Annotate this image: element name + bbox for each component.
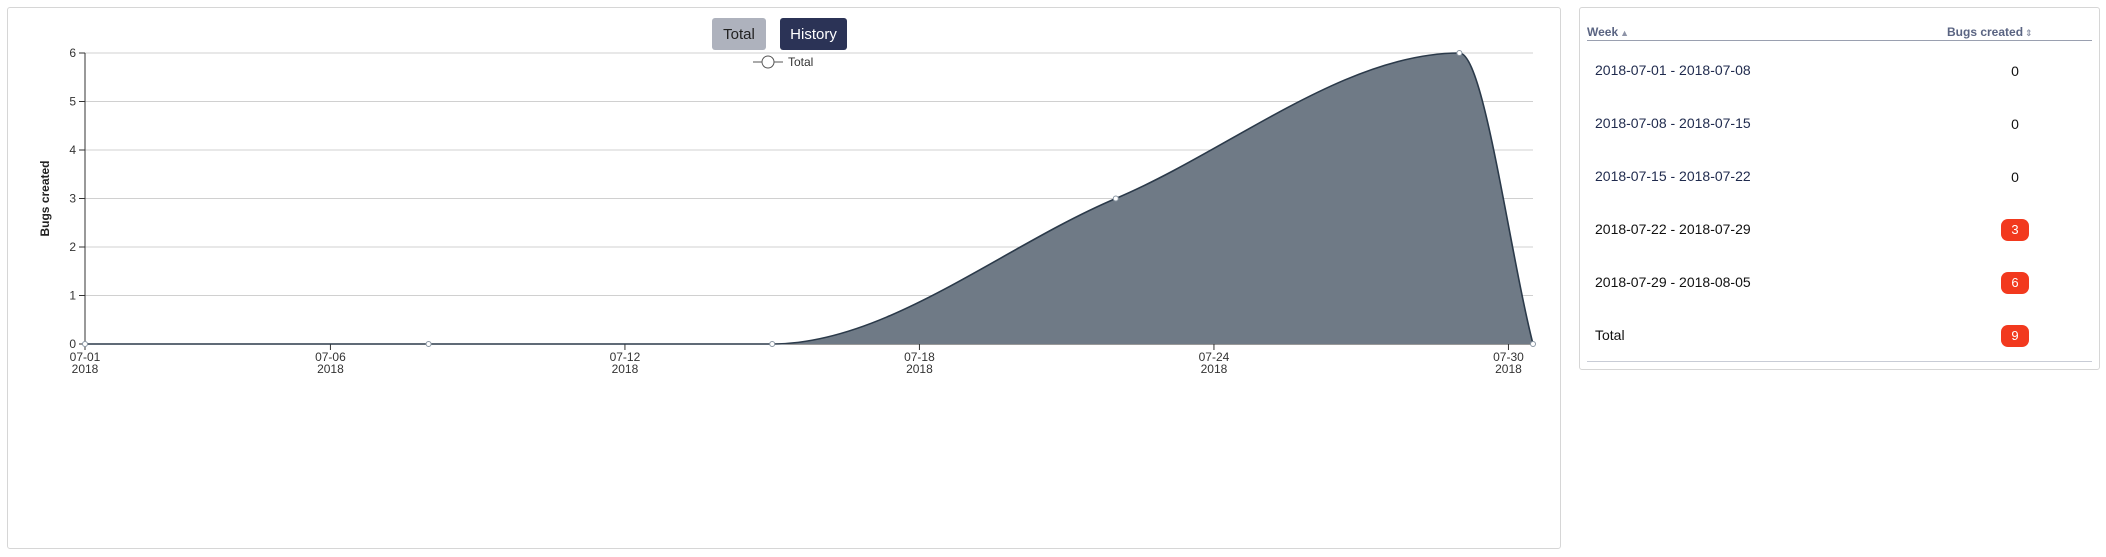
- table-total-row: Total 9: [1587, 308, 2092, 361]
- week-cell: Total: [1595, 327, 1625, 343]
- week-cell[interactable]: 2018-07-29 - 2018-08-05: [1595, 274, 1751, 290]
- x-tick-sublabel: 2018: [317, 362, 344, 376]
- bugs-created-chart: 012345607-01201807-06201807-12201807-182…: [38, 46, 1536, 376]
- data-point: [769, 341, 776, 347]
- y-tick-label: 1: [69, 289, 76, 303]
- legend-label: Total: [788, 55, 813, 69]
- chart-panel: Total History 0 1 2 3 4 5 6 07-01 2018 07-06 2018 0…: [7, 7, 1561, 549]
- y-axis-label: Bugs created: [38, 160, 52, 236]
- y-tick-label: 6: [69, 46, 76, 60]
- data-point: [1530, 341, 1536, 347]
- bugs-table: Week ▲ Bugs created ⇕ 2018-07-01 - 2018-07…: [1579, 7, 2100, 370]
- week-cell[interactable]: 2018-07-22 - 2018-07-29: [1595, 221, 1751, 237]
- y-tick-label: 5: [69, 95, 76, 109]
- y-tick-label: 3: [69, 192, 76, 206]
- data-point: [1112, 195, 1119, 202]
- x-tick-sublabel: 2018: [906, 362, 933, 376]
- table-footer-line: [1587, 361, 2092, 362]
- data-point: [425, 341, 432, 347]
- week-cell[interactable]: 2018-07-15 - 2018-07-22: [1595, 168, 1751, 184]
- count-badge: 3: [2001, 219, 2029, 241]
- table-row: 2018-07-15 - 2018-07-22 0: [1587, 149, 2092, 202]
- count-cell: 0: [2011, 169, 2019, 185]
- table-row: 2018-07-22 - 2018-07-29 3: [1587, 202, 2092, 255]
- legend-marker: [761, 55, 775, 69]
- table-row: 2018-07-29 - 2018-08-05 6: [1587, 255, 2092, 308]
- sort-asc-icon: ▲: [1620, 28, 1630, 38]
- table-header: Week ▲ Bugs created ⇕: [1587, 18, 2092, 41]
- x-tick-sublabel: 2018: [1495, 362, 1522, 376]
- count-cell: 0: [2011, 63, 2019, 79]
- x-tick-sublabel: 2018: [1201, 362, 1228, 376]
- count-badge: 6: [2001, 272, 2029, 294]
- week-cell[interactable]: 2018-07-01 - 2018-07-08: [1595, 62, 1751, 78]
- count-cell: 0: [2011, 116, 2019, 132]
- week-column-header[interactable]: Week ▲: [1587, 25, 1629, 39]
- data-point: [1456, 50, 1463, 56]
- table-row: 2018-07-01 - 2018-07-08 0: [1587, 43, 2092, 96]
- x-tick-sublabel: 2018: [612, 362, 639, 376]
- week-cell[interactable]: 2018-07-08 - 2018-07-15: [1595, 115, 1751, 131]
- x-tick-sublabel: 2018: [72, 362, 99, 376]
- y-tick-label: 2: [69, 240, 76, 254]
- sort-icon: ⇕: [2025, 28, 2033, 38]
- table-row: 2018-07-08 - 2018-07-15 0: [1587, 96, 2092, 149]
- data-point: [82, 341, 88, 347]
- count-badge: 9: [2001, 325, 2029, 347]
- y-tick-label: 4: [69, 143, 76, 157]
- y-tick-label: 0: [69, 337, 76, 351]
- bugs-column-header[interactable]: Bugs created ⇕: [1947, 25, 2033, 39]
